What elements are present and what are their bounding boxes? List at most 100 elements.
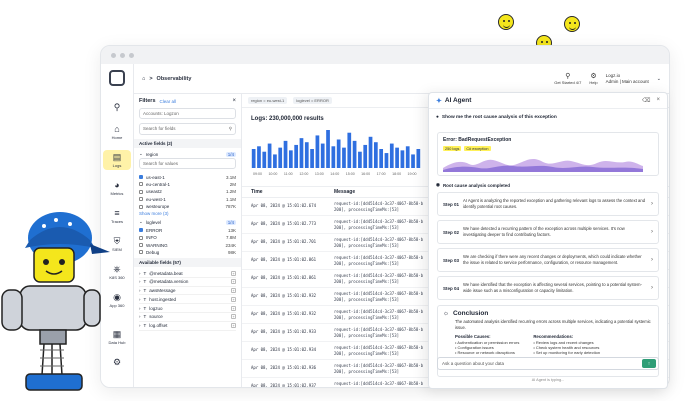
chevron-right-icon[interactable]: › [651,285,653,291]
histogram-bar[interactable] [336,139,341,169]
add-field-icon[interactable]: + [231,288,236,294]
available-field-row[interactable]: › T @metadata.beat + [139,269,236,278]
add-field-icon[interactable]: + [231,279,236,285]
filter-value-row[interactable]: westeurope 787K [139,203,236,210]
filter-value-row[interactable]: useast2 1.2M [139,188,236,195]
rca-step[interactable]: Step 03 We are checking if there were any… [437,248,659,272]
sidebar-item-metrics[interactable]: ◕ Metrics [103,178,131,198]
clear-all-link[interactable]: Clear all [160,99,177,104]
checkbox[interactable] [139,189,143,194]
checkbox[interactable] [139,250,143,255]
histogram-bar[interactable] [373,142,378,168]
add-field-icon[interactable]: + [231,305,236,311]
error-card[interactable]: Error: BadRequestException 250 logs C# e… [437,132,659,176]
add-field-icon[interactable]: + [231,314,236,320]
histogram-bar[interactable] [267,143,272,168]
available-field-row[interactable]: › T @metadata.version + [139,278,236,287]
sidebar-search[interactable]: ⚲ [103,100,131,114]
histogram-bar[interactable] [251,149,256,168]
filter-value-row[interactable]: eu-central-1 2M [139,181,236,188]
trash-icon[interactable]: ⌫ [642,97,650,104]
field-search-input[interactable]: Search for fields ⚲ [139,123,236,135]
filter-value-row[interactable]: INFO 7.8M [139,234,236,241]
histogram-bar[interactable] [310,149,314,168]
histogram-bar[interactable] [368,136,373,168]
send-button[interactable]: ↑ [642,359,656,368]
user-menu[interactable]: Logz.io Admin | Main account [606,73,649,85]
histogram-bar[interactable] [347,132,352,168]
checkbox[interactable] [139,182,143,187]
histogram-bar[interactable] [283,140,288,168]
histogram-bar[interactable] [363,144,368,168]
rca-step[interactable]: Step 01 AI Agent is analyzing the reporte… [437,192,659,216]
chevron-down-icon[interactable]: ⌄ [657,76,661,82]
field-region[interactable]: ⌄ region 1/4 [139,150,236,158]
histogram-bar[interactable] [358,151,362,168]
log-histogram[interactable]: 09:00 10:00 11:00 12:00 13:00 14:00 15:00 16:00… [251,128,421,178]
histogram-bar[interactable] [411,154,415,168]
rca-step[interactable]: Step 02 We have detected a recurring patt… [437,220,659,244]
sidebar-item-logs[interactable]: ▤ Logs [103,150,131,170]
column-time[interactable]: Time [251,189,263,195]
histogram-bar[interactable] [331,146,336,168]
add-field-icon[interactable]: + [231,296,236,302]
histogram-bar[interactable] [352,140,357,168]
column-message[interactable]: Message [334,189,355,195]
chevron-right-icon[interactable]: › [651,257,653,263]
checkbox[interactable] [139,175,143,180]
histogram-bar[interactable] [395,147,399,168]
chevron-right-icon[interactable]: › [651,201,653,207]
available-field-row[interactable]: › Tsource + [139,313,236,322]
histogram-bar[interactable] [288,150,293,168]
histogram-bar[interactable] [384,153,389,168]
available-field-row[interactable]: › Tlog.offset + [139,322,236,331]
histogram-bar[interactable] [400,150,405,168]
filter-value-row[interactable]: eu-west-1 1.1M [139,196,236,203]
available-field-row[interactable]: › TawsMessage + [139,287,236,296]
histogram-bar[interactable] [278,147,283,168]
rca-step[interactable]: Step 04 We have identified that the excep… [437,276,659,300]
histogram-bar[interactable] [389,143,394,168]
available-field-row[interactable]: › Tlogzuo + [139,304,236,314]
checkbox[interactable] [139,235,143,240]
query-filter[interactable]: loglevel = ERROR [293,97,332,104]
chevron-right-icon[interactable]: › [651,229,653,235]
add-field-icon[interactable]: + [231,270,236,276]
field-loglevel[interactable]: ⌄ loglevel 1/4 [139,218,236,226]
add-field-icon[interactable]: + [231,323,236,329]
value-search-input[interactable]: Search for values [139,158,236,170]
checkbox[interactable] [139,197,143,202]
histogram-bar[interactable] [379,149,384,168]
filter-value-row[interactable]: ERROR 13K [139,227,236,234]
histogram-bar[interactable] [294,144,299,168]
available-field-row[interactable]: › Thost.ingested + [139,295,236,305]
histogram-bar[interactable] [405,146,410,168]
histogram-bar[interactable] [416,149,421,168]
filter-value-row[interactable]: us-east-1 3.1M [139,173,236,180]
help-button[interactable]: ⚙ Help [589,72,597,85]
histogram-bar[interactable] [262,151,267,168]
logo-icon[interactable] [109,70,125,86]
histogram-bar[interactable] [273,154,277,168]
filter-value-row[interactable]: WARNING 234K [139,241,236,248]
show-more-link[interactable]: Show more (3) [139,210,236,218]
checkbox[interactable] [139,204,143,209]
home-icon[interactable]: ⌂ [142,76,145,82]
histogram-bar[interactable] [315,135,320,168]
histogram-bar[interactable] [304,142,309,168]
histogram-bar[interactable] [342,147,346,168]
sidebar-item-home[interactable]: ⌂ Home [103,122,131,142]
histogram-bar[interactable] [326,130,330,168]
filter-value-row[interactable]: Debug 98K [139,249,236,256]
checkbox[interactable] [139,243,143,248]
query-filter[interactable]: region = eu-west-1 [248,97,288,104]
ask-input[interactable]: Ask a question about your data ↑ [437,357,659,370]
close-icon[interactable]: × [656,97,660,104]
get-started-button[interactable]: ⚲ Get Started 4/7 [554,72,581,85]
checkbox[interactable] [139,228,143,233]
close-icon[interactable]: × [232,98,236,104]
histogram-bar[interactable] [320,143,325,168]
account-select[interactable]: Accounts: Logzon [139,108,236,119]
histogram-bar[interactable] [299,138,304,168]
histogram-bar[interactable] [257,146,261,168]
